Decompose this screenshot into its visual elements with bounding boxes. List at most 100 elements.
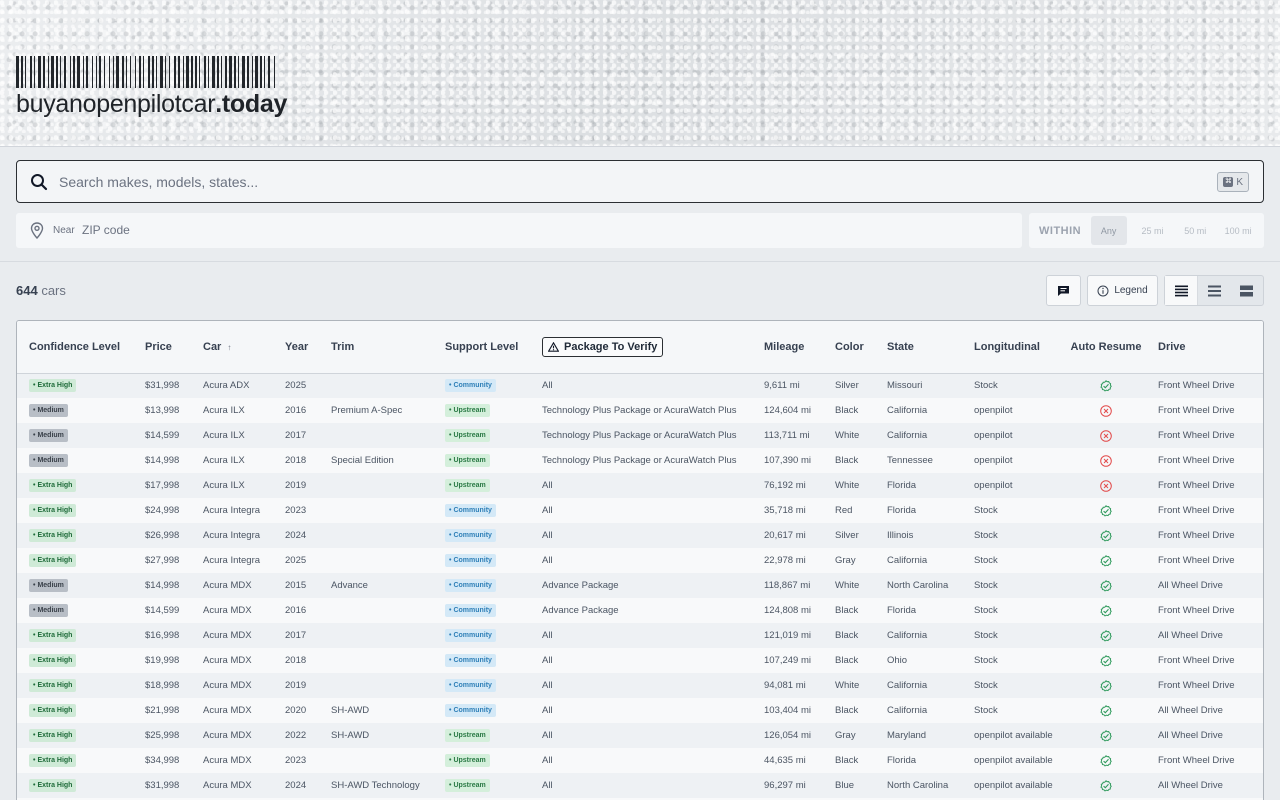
cell-mileage: 103,404 mi [752,698,823,723]
table-row[interactable]: Medium $14,599Acura ILX2017 Upstream Techno… [17,423,1263,448]
zip-code-input[interactable] [82,221,982,239]
cell-car[interactable]: Acura MDX [191,748,273,773]
table-row[interactable]: Extra High $21,998Acura MDX2020SH-AWD Comm… [17,698,1263,723]
view-default-button[interactable] [1198,276,1230,305]
cell-state: Tennessee [875,448,962,473]
header-mileage[interactable]: Mileage [752,321,823,374]
cell-color: Black [823,448,875,473]
view-comfortable-button[interactable] [1231,276,1263,305]
table-row[interactable]: Medium $14,998Acura MDX2015Advance Communi… [17,573,1263,598]
table-row[interactable]: Extra High $27,998Acura Integra2025 Commun… [17,548,1263,573]
cell-trim: Advance [319,573,433,598]
cell-price: $16,998 [133,623,191,648]
header-trim[interactable]: Trim [319,321,433,374]
near-label: Near [53,225,75,236]
cell-car[interactable]: Acura MDX [191,648,273,673]
table-row[interactable]: Medium $13,998Acura ILX2016Premium A-Spec… [17,398,1263,423]
header-package[interactable]: Package To Verify [530,321,752,374]
header-auto-resume[interactable]: Auto Resume [1066,321,1146,374]
cell-car[interactable]: Acura ILX [191,423,273,448]
table-row[interactable]: Medium $14,599Acura MDX2016 Community Advan… [17,598,1263,623]
command-key-icon: ⌘ [1223,177,1234,187]
cell-drive: Front Wheel Drive [1146,548,1263,573]
table-row[interactable]: Extra High $24,998Acura Integra2023 Commun… [17,498,1263,523]
legend-button[interactable]: Legend [1087,275,1158,306]
cell-car[interactable]: Acura ILX [191,473,273,498]
header-price[interactable]: Price [133,321,191,374]
table-row[interactable]: Extra High $31,998Acura ADX2025 Community A… [17,373,1263,398]
cell-auto-resume [1066,648,1146,673]
cell-car[interactable]: Acura Integra [191,548,273,573]
support-level-badge: Community [445,554,496,567]
cell-car[interactable]: Acura MDX [191,598,273,623]
header-car[interactable]: Car ↑ [191,321,273,374]
cell-price: $14,998 [133,448,191,473]
cell-confidence: Extra High [17,498,133,523]
cars-table-container: Confidence Level Price Car ↑ Year Trim Su… [16,320,1264,800]
cell-state: Florida [875,598,962,623]
zip-filter[interactable]: Near [16,213,1022,248]
distance-option-25[interactable]: 25 mi [1136,216,1170,245]
table-row[interactable]: Extra High $18,998Acura MDX2019 Community A… [17,673,1263,698]
table-row[interactable]: Extra High $34,998Acura MDX2023 Upstream Al… [17,748,1263,773]
cell-car[interactable]: Acura ADX [191,373,273,398]
cell-longitudinal: openpilot available [962,748,1066,773]
cell-longitudinal: Stock [962,548,1066,573]
cell-car[interactable]: Acura Integra [191,523,273,548]
header-year[interactable]: Year [273,321,319,374]
cell-trim [319,373,433,398]
view-compact-button[interactable] [1165,276,1199,305]
header-color[interactable]: Color [823,321,875,374]
cell-car[interactable]: Acura MDX [191,673,273,698]
cell-car[interactable]: Acura ILX [191,398,273,423]
header-drive[interactable]: Drive [1146,321,1263,374]
table-row[interactable]: Extra High $16,998Acura MDX2017 Community A… [17,623,1263,648]
cell-state: Florida [875,498,962,523]
table-row[interactable]: Extra High $31,998Acura MDX2024SH-AWD Tec… [17,773,1263,798]
cell-car[interactable]: Acura MDX [191,773,273,798]
cell-drive: All Wheel Drive [1146,698,1263,723]
chat-icon [1058,285,1069,296]
cell-package: Technology Plus Package or AcuraWatch Pl… [530,398,752,423]
default-rows-icon [1207,285,1221,296]
feedback-button[interactable] [1046,275,1081,306]
cell-car[interactable]: Acura Integra [191,498,273,523]
distance-option-any[interactable]: Any [1090,216,1127,245]
header-longitudinal[interactable]: Longitudinal [962,321,1066,374]
header-confidence[interactable]: Confidence Level [17,321,133,374]
cell-year: 2023 [273,748,319,773]
cell-car[interactable]: Acura MDX [191,698,273,723]
distance-option-100[interactable]: 100 mi [1221,216,1255,245]
distance-option-50[interactable]: 50 mi [1178,216,1212,245]
table-row[interactable]: Extra High $19,998Acura MDX2018 Community A… [17,648,1263,673]
table-row[interactable]: Extra High $26,998Acura Integra2024 Commun… [17,523,1263,548]
header-support-level[interactable]: Support Level [433,321,530,374]
check-circle-icon [1100,379,1112,392]
header-state[interactable]: State [875,321,962,374]
cell-state: Illinois [875,523,962,548]
support-level-badge: Community [445,629,496,642]
support-level-badge: Upstream [445,754,490,767]
search-bar[interactable]: ⌘K [16,160,1264,203]
cell-support-level: Community [433,373,530,398]
table-row[interactable]: Extra High $17,998Acura ILX2019 Upstream Al… [17,473,1263,498]
table-row[interactable]: Extra High $25,998Acura MDX2022SH-AWD Upst… [17,723,1263,748]
cell-trim: Special Edition [319,448,433,473]
check-circle-icon [1100,754,1112,767]
cell-package: Technology Plus Package or AcuraWatch Pl… [530,448,752,473]
site-title[interactable]: buyanopenpilotcar.today [16,90,287,119]
table-row[interactable]: Medium $14,998Acura ILX2018Special Editio… [17,448,1263,473]
cell-year: 2016 [273,398,319,423]
cell-price: $27,998 [133,548,191,573]
cell-car[interactable]: Acura MDX [191,623,273,648]
cell-support-level: Community [433,648,530,673]
cell-car[interactable]: Acura MDX [191,573,273,598]
cell-car[interactable]: Acura ILX [191,448,273,473]
support-level-badge: Community [445,654,496,667]
cell-car[interactable]: Acura MDX [191,723,273,748]
package-to-verify-button[interactable]: Package To Verify [542,336,664,357]
confidence-badge: Medium [29,604,68,617]
cell-price: $17,998 [133,473,191,498]
cell-mileage: 96,297 mi [752,773,823,798]
search-input[interactable] [59,172,1209,192]
